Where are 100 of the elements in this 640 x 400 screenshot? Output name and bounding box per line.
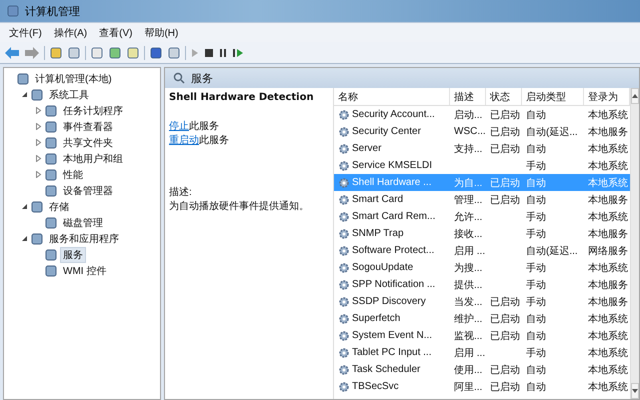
table-cell-text: 本地系统	[588, 364, 628, 376]
menu-item[interactable]: 文件(F)	[4, 24, 47, 40]
stop-icon[interactable]	[204, 46, 214, 58]
table-cell-text: 本地系统	[588, 108, 628, 122]
table-cell: SSDP Discovery	[352, 296, 426, 307]
table-cell-text: 管理...	[454, 194, 482, 206]
table-row[interactable]: TBSecSvc 阿里... 已启动 自动 本地系统	[334, 378, 630, 395]
table-row[interactable]: SSDP Discovery 当发... 已启动 手动 本地服务	[334, 293, 630, 310]
tree-item[interactable]: 本地用户和组	[60, 151, 126, 167]
tree-item[interactable]: 共享文件夹	[60, 135, 116, 151]
gear-icon	[338, 108, 350, 120]
tree-item[interactable]: 性能	[60, 167, 86, 183]
gear-icon	[338, 346, 350, 358]
table-cell-text: 自动	[526, 330, 546, 342]
tree-item[interactable]: 服务和应用程序	[46, 231, 122, 247]
expand-arrow-icon[interactable]	[34, 122, 42, 130]
tree-item[interactable]: 磁盘管理	[60, 215, 106, 231]
table-cell-text: 已启动	[490, 296, 520, 308]
collapse-arrow-icon[interactable]	[20, 234, 28, 242]
table-cell-text: 手动	[526, 346, 546, 360]
table-cell-text: 维护...	[454, 312, 482, 326]
table-cell-text: 为自...	[454, 176, 482, 190]
table-cell-text: 已启动	[490, 126, 520, 138]
table-row[interactable]: Software Protect... 启用 ... 自动(延迟... 网络服务	[334, 242, 630, 259]
table-cell: Server	[352, 143, 382, 154]
table-row[interactable]: Smart Card 管理... 已启动 自动 本地服务	[334, 191, 630, 208]
column-header[interactable]: 状态	[486, 88, 522, 105]
table-cell-text: 本地系统	[588, 312, 628, 326]
window-title: 计算机管理	[25, 4, 80, 18]
gear-icon	[338, 262, 350, 274]
table-cell-text: 手动	[526, 228, 546, 240]
table-row[interactable]: Task Scheduler 使用... 已启动 自动 本地系统	[334, 361, 630, 378]
tree-item[interactable]: 系统工具	[46, 87, 92, 103]
table-cell-text: 手动	[526, 210, 546, 224]
gear-icon	[338, 228, 350, 240]
table-cell-text: 已启动	[490, 380, 520, 394]
tree-item[interactable]: 存储	[46, 199, 72, 215]
menu-item[interactable]: 查看(V)	[94, 24, 138, 40]
table-row[interactable]: Security Account... 启动... 已启动 自动 本地系统	[334, 106, 630, 123]
action-link[interactable]: 停止	[169, 119, 189, 133]
expand-arrow-icon[interactable]	[34, 170, 42, 178]
table-cell-text: 已启动	[490, 108, 520, 122]
table-cell-text: 本地系统	[588, 142, 628, 156]
gear-icon	[338, 364, 350, 376]
tree-item[interactable]: 计算机管理(本地)	[32, 71, 115, 87]
table-cell-text: 手动	[526, 296, 546, 308]
column-header[interactable]: 启动类型	[522, 88, 584, 105]
column-header[interactable]: 名称	[334, 88, 450, 105]
tree-item[interactable]: WMI 控件	[60, 263, 110, 279]
table-cell-text: 手动	[526, 262, 546, 274]
table-cell-text: 本地服务	[588, 278, 628, 292]
expand-arrow-icon[interactable]	[34, 138, 42, 146]
back-arrow-icon[interactable]	[4, 46, 20, 60]
table-cell: Software Protect...	[352, 245, 434, 256]
table-row[interactable]: SNMP Trap 接收... 手动 本地服务	[334, 225, 630, 242]
resume-icon[interactable]	[232, 46, 244, 58]
table-row[interactable]: Smart Card Rem... 允许... 手动 本地系统	[334, 208, 630, 225]
table-row[interactable]: Tablet PC Input ... 启用 ... 手动 本地系统	[334, 344, 630, 361]
scroll-down-icon[interactable]	[632, 389, 638, 393]
menu-item[interactable]: 操作(A)	[48, 24, 92, 40]
table-cell: Tablet PC Input ...	[352, 347, 432, 358]
table-cell-text: 接收...	[454, 228, 482, 240]
collapse-arrow-icon[interactable]	[20, 90, 28, 98]
table-cell-text: 支持...	[454, 142, 482, 156]
tree-item[interactable]: 服务	[60, 247, 86, 263]
gear-icon	[338, 312, 350, 324]
gear-icon	[338, 278, 350, 290]
table-cell-text: 自动(延迟...	[526, 244, 578, 258]
table-cell-text: 启用 ...	[454, 346, 486, 360]
column-header[interactable]: 描述	[450, 88, 486, 105]
action-link[interactable]: 重启动	[169, 133, 199, 147]
tree-item[interactable]: 事件查看器	[60, 119, 116, 135]
table-cell-text: 网络服务	[588, 244, 628, 258]
table-row[interactable]: System Event N... 监视... 已启动 自动 本地系统	[334, 327, 630, 344]
table-row[interactable]: Server 支持... 已启动 自动 本地系统	[334, 140, 630, 157]
pause-icon[interactable]	[218, 46, 228, 58]
table-row[interactable]: Superfetch 维护... 已启动 自动 本地系统	[334, 310, 630, 327]
table-row[interactable]: Service KMSELDI 手动 本地系统	[334, 157, 630, 174]
expand-arrow-icon[interactable]	[34, 154, 42, 162]
table-row[interactable]: SogouUpdate 为搜... 手动 本地系统	[334, 259, 630, 276]
collapse-arrow-icon[interactable]	[20, 202, 28, 210]
gear-icon	[338, 142, 350, 154]
action-text: 此服务	[199, 134, 229, 147]
scrollbar[interactable]	[630, 88, 639, 399]
gear-icon	[338, 330, 350, 342]
search-icon	[173, 72, 185, 84]
tree-item[interactable]: 设备管理器	[60, 183, 116, 199]
table-cell: Smart Card Rem...	[352, 211, 436, 222]
table-cell-text: 启用 ...	[454, 244, 486, 258]
table-cell: WSC...	[454, 126, 486, 137]
scroll-up-icon[interactable]	[632, 94, 638, 98]
table-row[interactable]: SPP Notification ... 提供... 手动 本地服务	[334, 276, 630, 293]
table-cell-text: 已启动	[490, 330, 520, 342]
table-cell-text: 本地系统	[588, 210, 628, 224]
tree-item[interactable]: 任务计划程序	[60, 103, 126, 119]
table-row[interactable]: Security Center WSC... 已启动 自动(延迟... 本地服务	[334, 123, 630, 140]
table-cell-text: 本地服务	[588, 228, 628, 240]
forward-arrow-icon[interactable]	[24, 46, 40, 60]
expand-arrow-icon[interactable]	[34, 106, 42, 114]
menu-item[interactable]: 帮助(H)	[139, 24, 184, 40]
